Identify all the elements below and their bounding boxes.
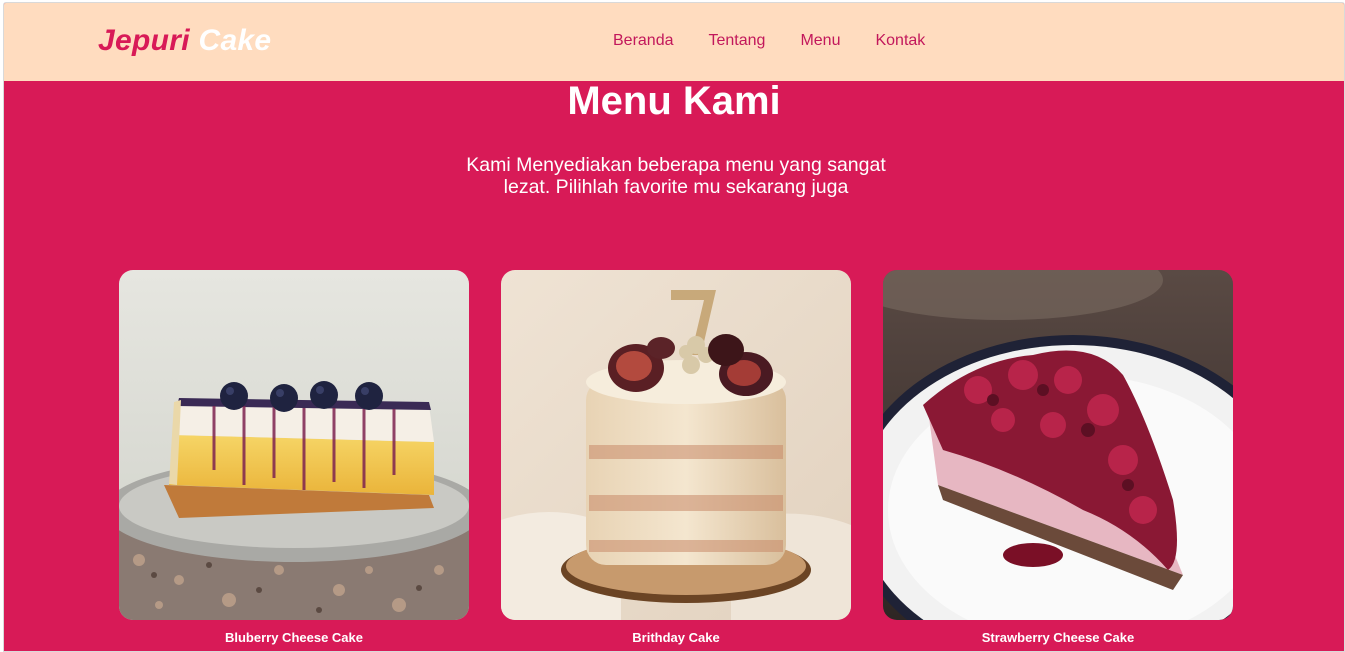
nav-link-menu[interactable]: Menu xyxy=(800,32,840,50)
menu-card-blueberry[interactable]: Bluberry Cheese Cake xyxy=(119,270,469,645)
strawberry-cheesecake-image xyxy=(883,270,1233,620)
birthday-cake-image xyxy=(501,270,851,620)
nav-link-beranda[interactable]: Beranda xyxy=(613,32,674,50)
nav-link-tentang[interactable]: Tentang xyxy=(709,32,766,50)
menu-item-name: Strawberry Cheese Cake xyxy=(981,630,1135,645)
menu-card-birthday[interactable]: Brithday Cake xyxy=(501,270,851,645)
brand-logo[interactable]: Jepuri Cake xyxy=(98,24,271,58)
nav-links: Beranda Tentang Menu Kontak xyxy=(613,32,925,50)
menu-item-name: Bluberry Cheese Cake xyxy=(224,630,363,645)
menu-item-name: Brithday Cake xyxy=(632,630,720,645)
brand-part-1: Jepuri xyxy=(98,24,190,57)
nav-link-kontak[interactable]: Kontak xyxy=(875,32,925,50)
menu-card-strawberry[interactable]: Strawberry Cheese Cake xyxy=(883,270,1233,645)
browser-viewport: Jepuri Cake Beranda Tentang Menu Kontak … xyxy=(3,2,1345,652)
brand-part-2: Cake xyxy=(198,24,272,57)
blueberry-cheesecake-image xyxy=(119,270,469,620)
page-title: Menu Kami xyxy=(567,79,781,123)
page-subtitle: Kami Menyediakan beberapa menu yang sang… xyxy=(466,154,886,198)
navbar: Jepuri Cake Beranda Tentang Menu Kontak xyxy=(4,3,1344,81)
